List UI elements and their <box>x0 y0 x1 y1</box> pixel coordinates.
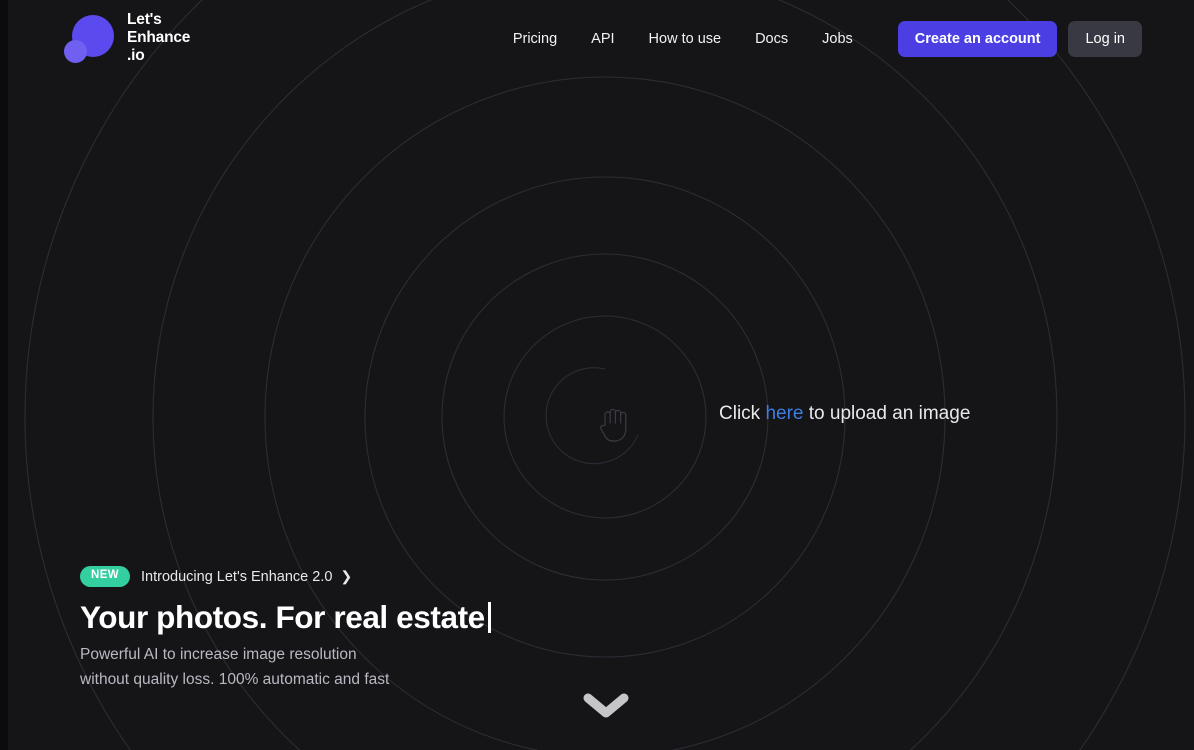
logo-line-2: Enhance <box>127 29 190 47</box>
page-title: Your photos. For real estate <box>80 599 491 636</box>
logo-wordmark: Let's Enhance .io <box>127 11 190 65</box>
hero-section: NEW Introducing Let's Enhance 2.0 ❯ Your… <box>80 566 491 692</box>
typing-caret <box>488 602 491 633</box>
create-account-button[interactable]: Create an account <box>898 21 1058 57</box>
nav-link-api[interactable]: API <box>574 21 631 57</box>
chevron-right-icon: ❯ <box>340 568 352 585</box>
grab-hand-icon <box>596 401 630 445</box>
nav-link-pricing[interactable]: Pricing <box>513 21 574 57</box>
logo[interactable]: Let's Enhance .io <box>64 11 190 65</box>
upload-prompt-suffix: to upload an image <box>803 403 970 424</box>
landing-page: Let's Enhance .io Pricing API How to use… <box>8 0 1194 750</box>
logo-line-3: .io <box>127 47 190 65</box>
headline-text: Your photos. For real estate <box>80 599 485 636</box>
logo-small-circle <box>64 40 87 63</box>
logo-line-1: Let's <box>127 11 190 29</box>
main-navigation: Pricing API How to use Docs Jobs Create … <box>513 21 1142 57</box>
page-left-edge <box>0 0 8 750</box>
chevron-down-icon[interactable] <box>583 692 629 720</box>
log-in-button[interactable]: Log in <box>1068 21 1142 57</box>
letsenhance-circles-logo-icon <box>64 13 114 63</box>
upload-here-link[interactable]: here <box>765 403 803 424</box>
status-badge-new: NEW <box>80 566 130 587</box>
announcement-banner[interactable]: NEW Introducing Let's Enhance 2.0 ❯ <box>80 566 352 587</box>
site-header: Let's Enhance .io Pricing API How to use… <box>8 0 1194 78</box>
nav-link-how-to-use[interactable]: How to use <box>632 21 739 57</box>
announcement-text: Introducing Let's Enhance 2.0 <box>141 569 332 585</box>
nav-link-jobs[interactable]: Jobs <box>805 21 870 57</box>
hero-subtitle: Powerful AI to increase image resolution… <box>80 643 491 692</box>
upload-prompt-prefix: Click <box>719 403 765 424</box>
nav-link-docs[interactable]: Docs <box>738 21 805 57</box>
upload-prompt[interactable]: Click here to upload an image <box>719 403 970 425</box>
